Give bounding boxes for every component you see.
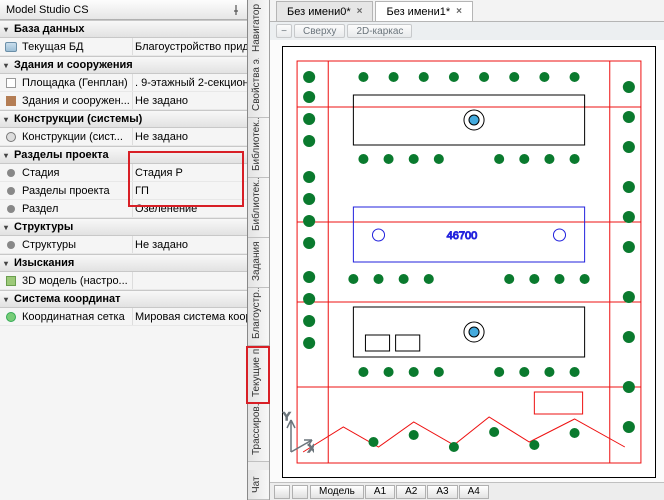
section-constructions[interactable]: ▾Конструкции (системы) <box>0 110 247 128</box>
vtab-chat[interactable]: Чат <box>248 470 269 500</box>
view-controls: − Сверху 2D-каркас <box>270 22 664 40</box>
svg-text:Y: Y <box>283 411 291 423</box>
document-tabs: Без имени0*× Без имени1*× <box>270 0 664 22</box>
cube-icon <box>4 274 18 288</box>
vertical-tab-strip: Навигатор Свойства э... Библиотек... Биб… <box>248 0 270 500</box>
panel-title: Model Studio CS <box>6 4 231 16</box>
close-icon[interactable]: × <box>357 6 363 17</box>
view-top-button[interactable]: Сверху <box>294 24 345 38</box>
building-icon <box>4 94 18 108</box>
section-structures[interactable]: ▾Структуры <box>0 218 247 236</box>
section-buildings[interactable]: ▾Здания и сооружения <box>0 56 247 74</box>
row-structures[interactable]: СтруктурыНе задано <box>0 236 247 254</box>
vtab-landscaping[interactable]: Благоустр... <box>248 288 269 346</box>
layout-tab-a2[interactable]: А2 <box>396 485 426 499</box>
layout-tab-a4[interactable]: А4 <box>459 485 489 499</box>
row-grid[interactable]: Координатная сеткаМировая система коорди… <box>0 308 247 326</box>
view-wireframe-button[interactable]: 2D-каркас <box>347 24 412 38</box>
row-current-db[interactable]: Текущая БДБлагоустройство придомовой т..… <box>0 38 247 56</box>
drawing-viewport[interactable]: 46700 <box>270 40 664 482</box>
section-surveys[interactable]: ▾Изыскания <box>0 254 247 272</box>
row-section[interactable]: РазделОзеленение <box>0 200 247 218</box>
row-stage[interactable]: СтадияСтадия Р <box>0 164 247 182</box>
row-project-parts[interactable]: Разделы проектаГП <box>0 182 247 200</box>
section-database[interactable]: ▾База данных <box>0 20 247 38</box>
row-constructions[interactable]: Конструкции (сист...Не задано <box>0 128 247 146</box>
site-icon <box>4 76 18 90</box>
panel-body: ▾База данных Текущая БДБлагоустройство п… <box>0 20 247 500</box>
layout-tab-a1[interactable]: А1 <box>365 485 395 499</box>
view-minus-button[interactable]: − <box>276 24 292 38</box>
doc-tab-0[interactable]: Без имени0*× <box>276 1 373 21</box>
globe-icon <box>4 310 18 324</box>
section-coords[interactable]: ▾Система координат <box>0 290 247 308</box>
layout-tab-a3[interactable]: А3 <box>427 485 457 499</box>
row-site[interactable]: Площадка (Генплан). 9-этажный 2-секционн… <box>0 74 247 92</box>
row-3d-model[interactable]: 3D модель (настро... <box>0 272 247 290</box>
vtab-tasks[interactable]: Задания <box>248 238 269 288</box>
database-icon <box>4 40 18 54</box>
ucs-icon[interactable]: Y X <box>270 410 314 456</box>
layout-prev-button[interactable] <box>292 485 308 499</box>
dot-icon <box>4 238 18 252</box>
gear-icon <box>4 130 18 144</box>
layout-tab-model[interactable]: Модель <box>310 485 364 499</box>
canvas-area: Без имени0*× Без имени1*× − Сверху 2D-ка… <box>270 0 664 500</box>
layout-tabs: Модель А1 А2 А3 А4 <box>270 482 664 500</box>
dot-icon <box>4 166 18 180</box>
pin-icon[interactable] <box>231 5 241 15</box>
vtab-properties[interactable]: Свойства э... <box>248 58 269 118</box>
vtab-current[interactable]: Текущие п... <box>248 346 269 404</box>
close-icon[interactable]: × <box>456 6 462 17</box>
row-buildings[interactable]: Здания и сооружен...Не задано <box>0 92 247 110</box>
layout-menu-button[interactable] <box>274 485 290 499</box>
svg-text:X: X <box>308 443 314 455</box>
section-project-parts[interactable]: ▾Разделы проекта <box>0 146 247 164</box>
vtab-tracing[interactable]: Трассиров... <box>248 404 269 462</box>
vtab-navigator[interactable]: Навигатор <box>248 0 269 58</box>
vtab-library1[interactable]: Библиотек... <box>248 118 269 178</box>
dot-icon <box>4 184 18 198</box>
doc-tab-1[interactable]: Без имени1*× <box>375 1 472 21</box>
drawing-canvas[interactable]: 46700 <box>282 46 656 478</box>
svg-text:46700: 46700 <box>447 230 478 242</box>
panel-header[interactable]: Model Studio CS <box>0 0 247 20</box>
vtab-library2[interactable]: Библиотек... <box>248 178 269 238</box>
properties-panel: Model Studio CS ▾База данных Текущая БДБ… <box>0 0 248 500</box>
dot-icon <box>4 202 18 216</box>
